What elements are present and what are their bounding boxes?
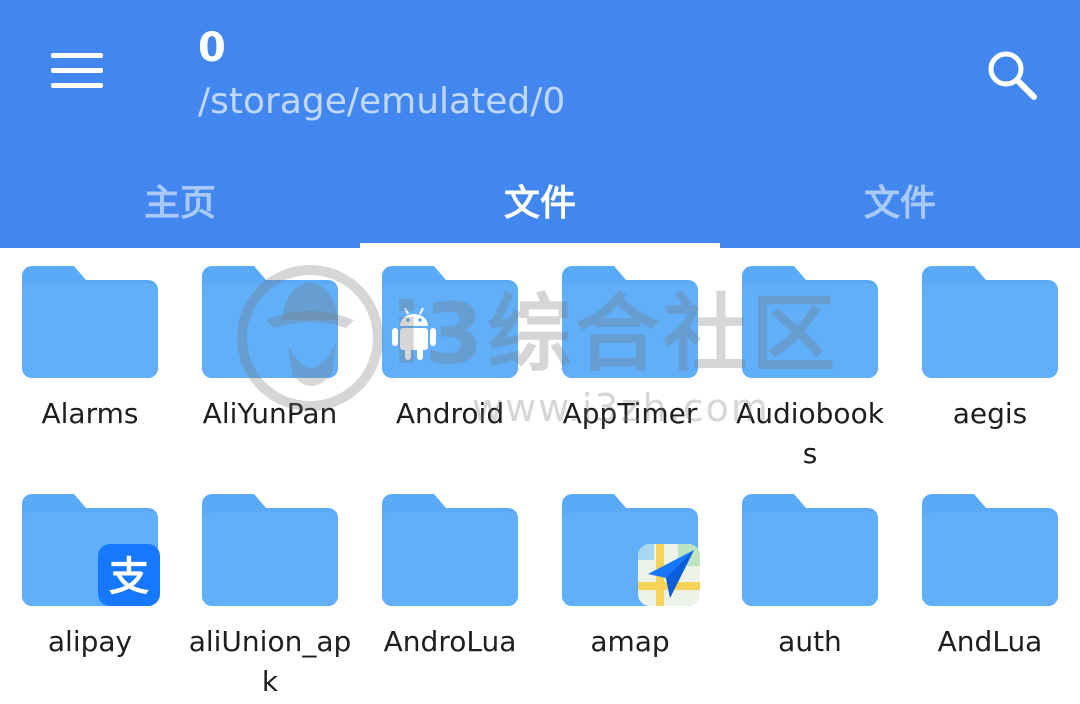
folder-icon xyxy=(922,494,1058,606)
folder-icon xyxy=(202,494,338,606)
folder-name: alipay xyxy=(47,625,133,658)
title-block: 0 /storage/emulated/0 xyxy=(198,24,565,124)
folder-item[interactable]: aliUnion_ap k xyxy=(180,476,360,702)
folder-item[interactable]: 支 alipay xyxy=(0,476,180,702)
folder-icon xyxy=(202,266,338,378)
folder-icon xyxy=(742,266,878,378)
folder-item[interactable]: Android xyxy=(360,248,540,474)
file-manager-app: 0 /storage/emulated/0 主页 文件 文件 Alarms Al… xyxy=(0,0,1080,704)
search-icon xyxy=(988,51,1037,100)
folder-item[interactable]: aegis xyxy=(900,248,1080,474)
folder-name: Audiobook s xyxy=(736,397,884,470)
android-icon xyxy=(392,307,436,360)
folder-icon xyxy=(742,494,878,606)
folder-item[interactable]: Audiobook s xyxy=(720,248,900,474)
tab-files[interactable]: 文件 xyxy=(360,152,720,248)
page-title: 0 xyxy=(198,25,226,71)
folder-item[interactable]: AndLua xyxy=(900,476,1080,702)
menu-button[interactable] xyxy=(40,36,114,106)
folder-icon xyxy=(922,266,1058,378)
app-bar: 0 /storage/emulated/0 主页 文件 文件 xyxy=(0,0,1080,248)
folder-name: AliYunPan xyxy=(202,397,338,430)
folder-item[interactable]: AppTimer xyxy=(540,248,720,474)
tab-files-2[interactable]: 文件 xyxy=(720,152,1080,248)
folder-name: AndroLua xyxy=(383,625,517,658)
folder-name: AndLua xyxy=(937,625,1043,658)
folder-name: aliUnion_ap k xyxy=(188,625,352,698)
folder-name: Alarms xyxy=(41,397,139,430)
folder-name: auth xyxy=(778,625,842,658)
search-button[interactable] xyxy=(976,40,1048,110)
folder-name: amap xyxy=(590,625,670,658)
folder-name: AppTimer xyxy=(562,397,698,430)
folder-name: Android xyxy=(395,397,505,430)
folder-icon xyxy=(562,266,698,378)
hamburger-menu-icon xyxy=(51,53,103,88)
folder-item[interactable]: amap xyxy=(540,476,720,702)
folder-icon xyxy=(22,266,158,378)
current-path: /storage/emulated/0 xyxy=(198,81,566,122)
tab-bar: 主页 文件 文件 xyxy=(0,152,1080,248)
folder-item[interactable]: AliYunPan xyxy=(180,248,360,474)
tab-home[interactable]: 主页 xyxy=(0,152,360,248)
folder-grid: Alarms AliYunPan Android AppTimer Audiob… xyxy=(0,248,1080,704)
folder-item[interactable]: auth xyxy=(720,476,900,702)
folder-icon xyxy=(382,494,518,606)
folder-icon xyxy=(382,266,518,378)
alipay-icon: 支 xyxy=(98,544,160,606)
folder-name: aegis xyxy=(952,397,1028,430)
svg-text:支: 支 xyxy=(109,554,149,600)
folder-item[interactable]: AndroLua xyxy=(360,476,540,702)
amap-icon xyxy=(638,544,700,606)
folder-item[interactable]: Alarms xyxy=(0,248,180,474)
